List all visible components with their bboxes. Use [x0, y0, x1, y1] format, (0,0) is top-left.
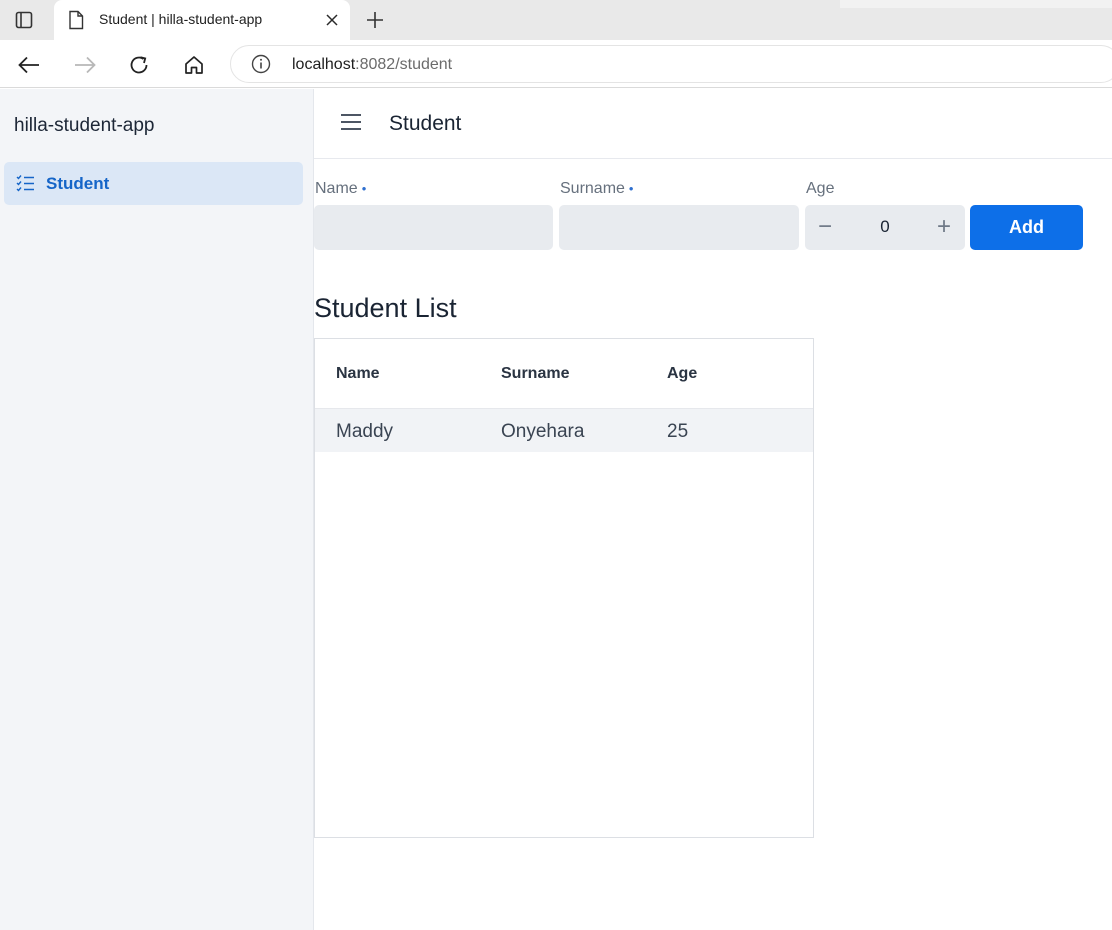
- cell-surname: Onyehara: [501, 421, 585, 442]
- back-icon[interactable]: [14, 50, 44, 80]
- column-header-surname[interactable]: Surname: [501, 365, 569, 383]
- url-text: localhost:8082/student: [292, 56, 452, 74]
- sidebar: hilla-student-app Student: [0, 89, 314, 930]
- tab-actions-icon[interactable]: [8, 6, 40, 34]
- table-row[interactable]: Maddy Onyehara 25: [315, 409, 813, 452]
- new-tab-icon[interactable]: [360, 6, 390, 34]
- cell-name: Maddy: [336, 421, 394, 442]
- close-tab-icon[interactable]: [320, 8, 344, 32]
- required-indicator: •: [628, 181, 634, 196]
- hamburger-menu-icon[interactable]: [338, 109, 364, 135]
- decrement-button[interactable]: −: [811, 213, 839, 241]
- name-label: Name •: [315, 180, 366, 198]
- address-bar[interactable]: localhost:8082/student: [230, 45, 1112, 83]
- url-host: localhost: [292, 56, 356, 73]
- column-header-name[interactable]: Name: [336, 365, 380, 383]
- home-icon[interactable]: [179, 50, 209, 80]
- age-stepper: − 0 +: [805, 205, 965, 250]
- age-label: Age: [806, 180, 835, 197]
- grid-header-row: Name Surname Age: [315, 339, 813, 409]
- browser-tab[interactable]: Student | hilla-student-app: [54, 0, 350, 40]
- add-button[interactable]: Add: [970, 205, 1083, 250]
- name-label-text: Name: [315, 180, 358, 197]
- required-indicator: •: [361, 181, 367, 196]
- tab-bar-shadow: [840, 0, 1112, 8]
- app-header: Student: [314, 89, 1112, 159]
- checklist-icon: [16, 174, 36, 197]
- app-name: hilla-student-app: [14, 115, 155, 136]
- increment-button[interactable]: +: [930, 213, 958, 241]
- sidebar-item-label: Student: [46, 174, 110, 193]
- student-list-title: Student List: [314, 293, 457, 323]
- browser-toolbar: localhost:8082/student: [0, 40, 1112, 88]
- surname-label: Surname •: [560, 180, 633, 198]
- sidebar-item-student[interactable]: Student: [4, 162, 303, 205]
- student-grid[interactable]: Name Surname Age Maddy Onyehara 25: [314, 338, 814, 838]
- url-path: :8082/student: [355, 56, 453, 73]
- page-icon: [68, 10, 84, 35]
- browser-tab-bar: Student | hilla-student-app: [0, 0, 1112, 40]
- age-value[interactable]: 0: [863, 217, 907, 237]
- page-title: Student: [389, 112, 462, 135]
- column-header-age[interactable]: Age: [667, 365, 697, 383]
- site-info-icon[interactable]: [251, 54, 271, 74]
- reload-icon[interactable]: [124, 50, 154, 80]
- name-field[interactable]: [314, 205, 553, 250]
- forward-icon[interactable]: [70, 50, 100, 80]
- surname-field[interactable]: [559, 205, 799, 250]
- main-content: Student Name • Surname • Age − 0 + Add Stu…: [314, 89, 1112, 930]
- surname-label-text: Surname: [560, 180, 625, 197]
- cell-age: 25: [667, 421, 689, 442]
- tab-title: Student | hilla-student-app: [99, 11, 263, 27]
